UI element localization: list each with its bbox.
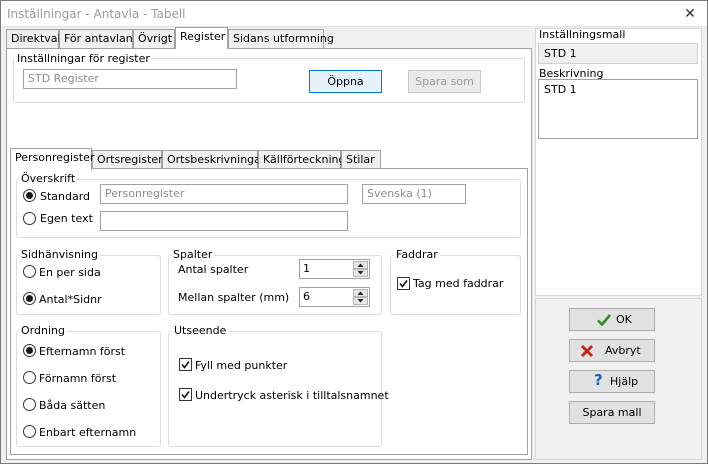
- lastname-only-label: Enbart efternamn: [39, 426, 137, 439]
- suppress-asterisk-checkbox[interactable]: [179, 388, 192, 401]
- count-pagenr-radio-label: Antal*Sidnr: [39, 293, 102, 306]
- tab-kallforteckning[interactable]: Källförteckning: [258, 150, 345, 170]
- title-bar: Inställningar - Antavla - Tabell ✕: [1, 1, 707, 27]
- ok-button[interactable]: OK: [569, 308, 655, 331]
- register-settings-label: Inställningar för register: [15, 52, 152, 65]
- column-count-up-icon[interactable]: [353, 261, 368, 269]
- standard-heading-field[interactable]: Personregister: [100, 184, 348, 204]
- columns-group-label: Spalter: [171, 248, 215, 261]
- preview-area: [566, 147, 673, 285]
- column-gap-value: 6: [303, 290, 310, 303]
- column-count-label: Antal spalter: [178, 263, 249, 276]
- tab-ortsbeskrivningar[interactable]: Ortsbeskrivningar: [162, 150, 265, 170]
- firstname-first-label: Förnamn först: [39, 372, 117, 385]
- close-icon[interactable]: ✕: [673, 1, 707, 27]
- column-count-stepper[interactable]: 1: [299, 259, 370, 279]
- save-template-button[interactable]: Spara mall: [569, 401, 655, 424]
- both-ways-radio[interactable]: [23, 398, 36, 411]
- column-gap-down-icon[interactable]: [353, 297, 368, 305]
- include-godparents-checkbox[interactable]: [397, 277, 410, 290]
- checkmark-icon: [181, 391, 190, 399]
- help-label: Hjälp: [610, 375, 639, 388]
- help-button[interactable]: ? Hjälp: [569, 370, 655, 393]
- standard-radio-label: Standard: [40, 190, 91, 203]
- fill-dots-label: Fyll med punkter: [195, 359, 288, 372]
- column-gap-up-icon[interactable]: [353, 289, 368, 297]
- lastname-first-label: Efternamn först: [39, 345, 126, 358]
- godparents-group-label: Faddrar: [394, 248, 440, 261]
- fill-dots-checkbox[interactable]: [179, 358, 192, 371]
- custom-text-radio[interactable]: [23, 212, 36, 225]
- tab-sidans-utformning[interactable]: Sidans utformning: [228, 29, 334, 49]
- cancel-label: Avbryt: [605, 344, 641, 357]
- template-value-field[interactable]: STD 1: [538, 43, 698, 64]
- tab-ortsregister[interactable]: Ortsregister: [92, 150, 163, 170]
- custom-heading-field[interactable]: [100, 211, 348, 231]
- checkmark-icon: [181, 361, 190, 369]
- help-question-icon: ?: [594, 371, 603, 389]
- custom-text-radio-label: Egen text: [40, 212, 93, 225]
- column-count-value: 1: [303, 262, 310, 275]
- lastname-first-radio[interactable]: [23, 344, 36, 357]
- column-gap-label: Mellan spalter (mm): [178, 291, 290, 304]
- appearance-group-label: Utseende: [172, 324, 229, 337]
- lastname-only-radio[interactable]: [23, 425, 36, 438]
- open-button[interactable]: Öppna: [309, 70, 382, 93]
- checkmark-icon: [399, 280, 408, 288]
- column-gap-stepper[interactable]: 6: [299, 287, 370, 307]
- firstname-first-radio[interactable]: [23, 371, 36, 384]
- both-ways-label: Båda sätten: [39, 399, 106, 412]
- column-count-down-icon[interactable]: [353, 269, 368, 277]
- description-field[interactable]: STD 1: [538, 79, 698, 139]
- heading-group-label: Överskrift: [19, 172, 78, 185]
- tab-personregister[interactable]: Personregister: [10, 148, 94, 170]
- settings-window: Inställningar - Antavla - Tabell ✕ Direk…: [0, 0, 708, 464]
- cancel-x-icon: [580, 344, 594, 358]
- tab-direktval[interactable]: Direktval: [6, 29, 61, 49]
- suppress-asterisk-label: Undertryck asterisk i tilltalsnamnet: [195, 389, 389, 402]
- register-template-field[interactable]: STD Register: [23, 69, 237, 89]
- per-page-radio-label: En per sida: [39, 266, 101, 279]
- count-pagenr-radio[interactable]: [23, 292, 36, 305]
- language-field[interactable]: Svenska (1): [362, 184, 466, 204]
- tab-for-antavlan[interactable]: För antavlan: [59, 29, 133, 49]
- window-title: Inställningar - Antavla - Tabell: [7, 7, 186, 21]
- standard-radio[interactable]: [23, 189, 36, 202]
- cancel-button[interactable]: Avbryt: [569, 339, 655, 362]
- ok-label: OK: [616, 313, 632, 326]
- tab-register[interactable]: Register: [175, 27, 228, 49]
- per-page-radio[interactable]: [23, 265, 36, 278]
- template-label: Inställningsmall: [539, 28, 626, 41]
- save-as-button[interactable]: Spara som: [408, 70, 481, 93]
- include-godparents-label: Tag med faddrar: [413, 277, 504, 290]
- tab-stilar[interactable]: Stilar: [341, 150, 381, 170]
- ok-check-icon: [597, 314, 611, 327]
- tab-ovrigt[interactable]: Övrigt: [133, 29, 175, 49]
- page-ref-group-label: Sidhänvisning: [19, 248, 100, 261]
- page-ref-group: [16, 255, 161, 315]
- order-group-label: Ordning: [19, 324, 67, 337]
